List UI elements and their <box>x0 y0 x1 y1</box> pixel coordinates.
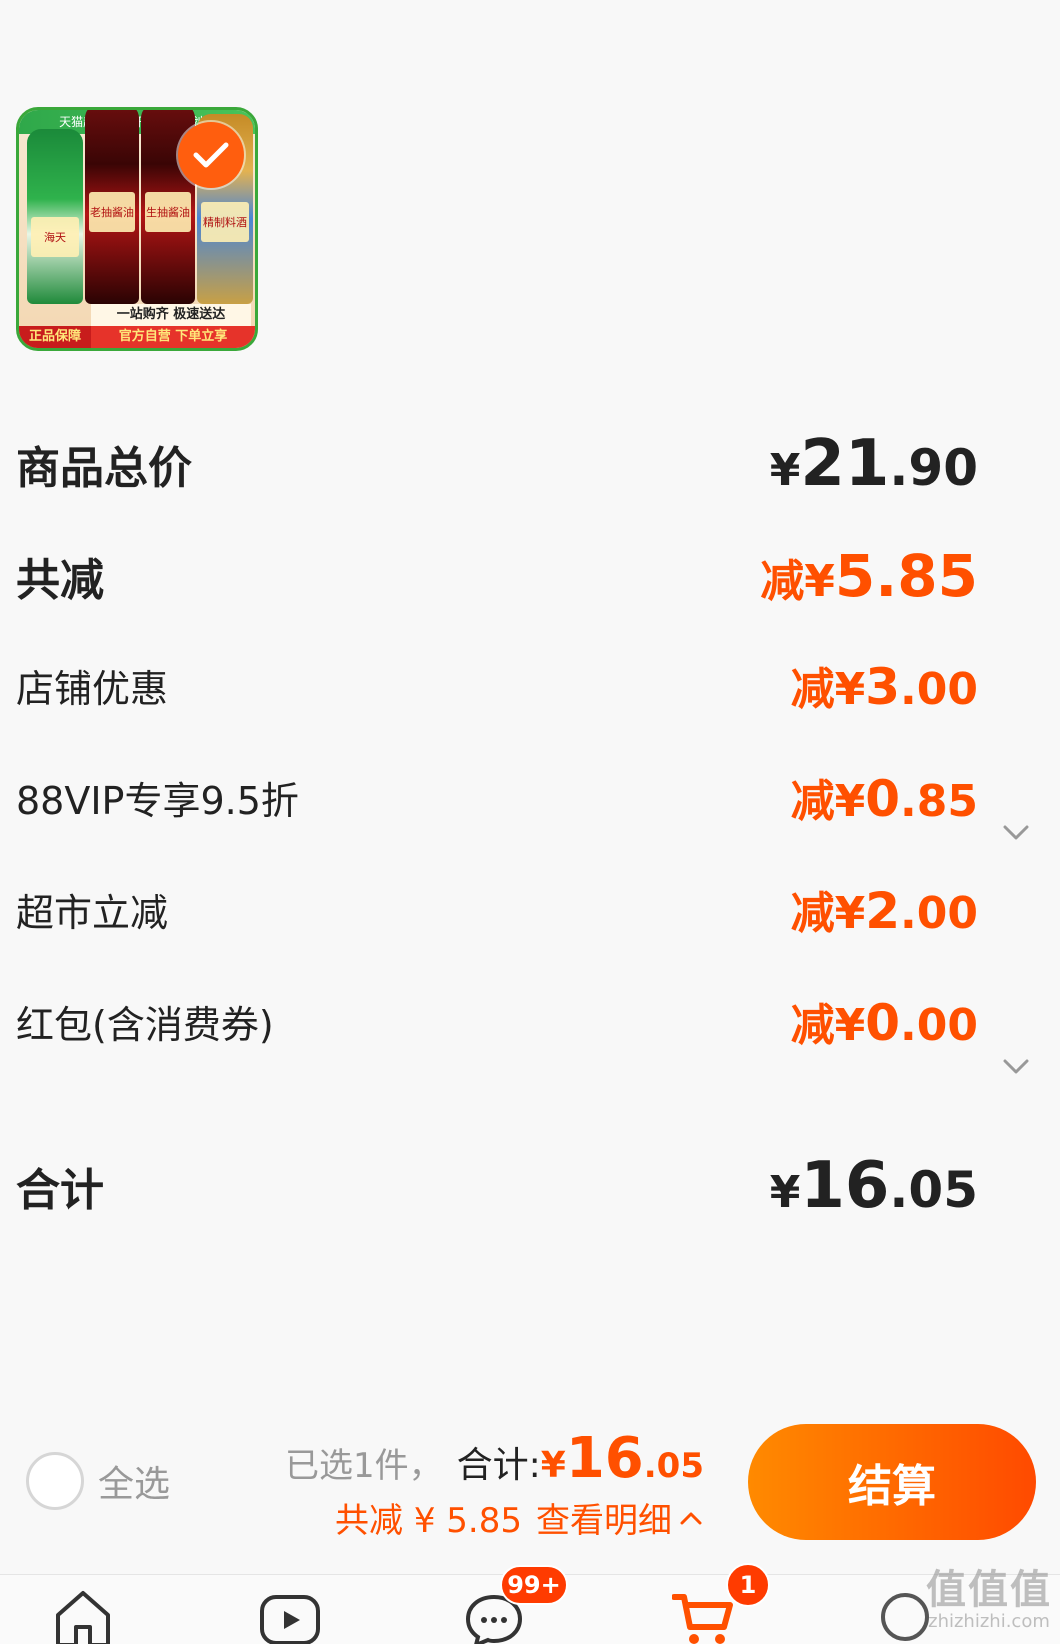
summary-discount-line[interactable]: 共减 ¥ 5.85 查看明细 <box>285 1493 704 1542</box>
summary-total-label: 合计: <box>456 1445 541 1486</box>
checkout-summary: 已选1件， 合计: ¥ 16 .05 共减 ¥ 5.85 查看明细 <box>285 1426 704 1542</box>
shop-discount-value: 减¥ 3 .00 <box>791 653 978 717</box>
watermark: 值值值 zhizhizhi.com <box>926 1568 1052 1632</box>
video-icon <box>260 1595 320 1644</box>
discount-decimal: .00 <box>900 664 978 715</box>
currency-symbol: ¥ <box>540 1445 566 1486</box>
select-all-radio[interactable] <box>26 1452 84 1510</box>
bottle-label: 精制料酒 <box>201 202 249 242</box>
cart-icon <box>671 1594 733 1644</box>
chevron-up-icon[interactable] <box>678 1507 704 1529</box>
item-selected-checkbox[interactable] <box>178 122 244 188</box>
discount-prefix: 减¥ <box>790 776 866 827</box>
total-discount-value: 减¥ 5 .85 <box>760 542 978 610</box>
bottle-label: 老抽酱油 <box>89 192 135 232</box>
home-icon <box>56 1591 110 1644</box>
market-discount-label: 超市立减 <box>16 890 169 935</box>
thumb-slogan: 一站购齐 极速送达 <box>91 304 251 326</box>
row-total-price: 商品总价 ¥ 21 .90 <box>16 426 978 502</box>
watermark-logo: 值值值 <box>926 1567 1052 1613</box>
bottle-image: 海天 <box>27 129 83 304</box>
messages-badge: 99+ <box>500 1565 568 1605</box>
vip-discount-label: 88VIP专享9.5折 <box>16 778 299 823</box>
bottle-image: 老抽酱油 <box>85 110 139 304</box>
coupon-value: 减¥ 0 .00 <box>791 989 978 1053</box>
chevron-down-icon[interactable] <box>1002 818 1030 846</box>
thumb-footer-right: 官方自营 下单立享 <box>118 329 228 344</box>
price-integer: 16 <box>800 1149 890 1223</box>
coupon-label: 红包(含消费券) <box>16 1002 274 1047</box>
total-price-value: ¥ 21 .90 <box>770 427 978 501</box>
sum-label: 合计 <box>16 1165 104 1216</box>
total-discount-label: 共减 <box>16 555 104 606</box>
discount-integer: 2 <box>865 882 901 940</box>
select-all-toggle[interactable]: 全选 <box>26 1452 170 1510</box>
cart-badge: 1 <box>726 1563 770 1607</box>
total-price-label: 商品总价 <box>16 443 192 494</box>
view-detail-link[interactable]: 查看明细 <box>536 1493 672 1542</box>
discount-integer: 0 <box>865 770 901 828</box>
discount-decimal: .00 <box>900 1000 978 1051</box>
discount-prefix: 减¥ <box>790 888 866 939</box>
row-sum: 合计 ¥ 16 .05 <box>16 1148 978 1224</box>
tab-video[interactable] <box>258 1587 328 1644</box>
row-vip-discount[interactable]: 88VIP专享9.5折 减¥ 0 .85 <box>16 764 978 830</box>
discount-prefix: 减¥ <box>790 664 866 715</box>
row-market-discount: 超市立减 减¥ 2 .00 <box>16 876 978 942</box>
row-total-discount: 共减 减¥ 5 .85 <box>16 538 978 614</box>
sum-value: ¥ 16 .05 <box>770 1149 978 1223</box>
summary-discount: 共减 ¥ 5.85 <box>335 1501 522 1541</box>
summary-total-line: 已选1件， 合计: ¥ 16 .05 <box>285 1426 704 1491</box>
discount-integer: 3 <box>865 658 901 716</box>
market-discount-value: 减¥ 2 .00 <box>791 877 978 941</box>
summary-total-decimal: .05 <box>643 1446 704 1486</box>
discount-decimal: .85 <box>900 776 978 827</box>
row-coupon[interactable]: 红包(含消费券) 减¥ 0 .00 <box>16 988 978 1054</box>
shop-discount-label: 店铺优惠 <box>16 666 169 711</box>
row-shop-discount: 店铺优惠 减¥ 3 .00 <box>16 652 978 718</box>
currency-symbol: ¥ <box>769 1167 801 1218</box>
chevron-down-icon[interactable] <box>1002 1052 1030 1080</box>
thumb-footer: 正品保障 官方自营 下单立享 <box>19 326 255 348</box>
thumb-footer-left: 正品保障 <box>19 326 91 348</box>
discount-decimal: .85 <box>875 542 978 610</box>
currency-symbol: ¥ <box>769 445 801 496</box>
discount-decimal: .00 <box>900 888 978 939</box>
selected-count: 已选1件， <box>284 1446 443 1486</box>
select-all-label: 全选 <box>98 1464 171 1505</box>
bottom-tab-bar: 99+ 1 <box>0 1563 1060 1644</box>
discount-prefix: 减¥ <box>760 556 835 607</box>
bottle-label: 生抽酱油 <box>145 192 191 232</box>
watermark-url: zhizhizhi.com <box>928 1611 1050 1632</box>
price-decimal: .90 <box>889 439 978 497</box>
bottle-label: 海天 <box>31 217 79 257</box>
checkout-bar: 全选 已选1件， 合计: ¥ 16 .05 共减 ¥ 5.85 查看明细 结算 <box>0 1400 1060 1580</box>
check-icon <box>193 142 229 168</box>
discount-prefix: 减¥ <box>790 1000 866 1051</box>
price-decimal: .05 <box>889 1161 978 1219</box>
checkout-button[interactable]: 结算 <box>748 1424 1036 1540</box>
price-integer: 21 <box>800 427 890 501</box>
summary-total-integer: 16 <box>565 1426 644 1491</box>
discount-integer: 5 <box>834 542 876 610</box>
discount-integer: 0 <box>865 994 901 1052</box>
tab-home[interactable] <box>52 1587 122 1644</box>
vip-discount-value: 减¥ 0 .85 <box>791 765 978 829</box>
